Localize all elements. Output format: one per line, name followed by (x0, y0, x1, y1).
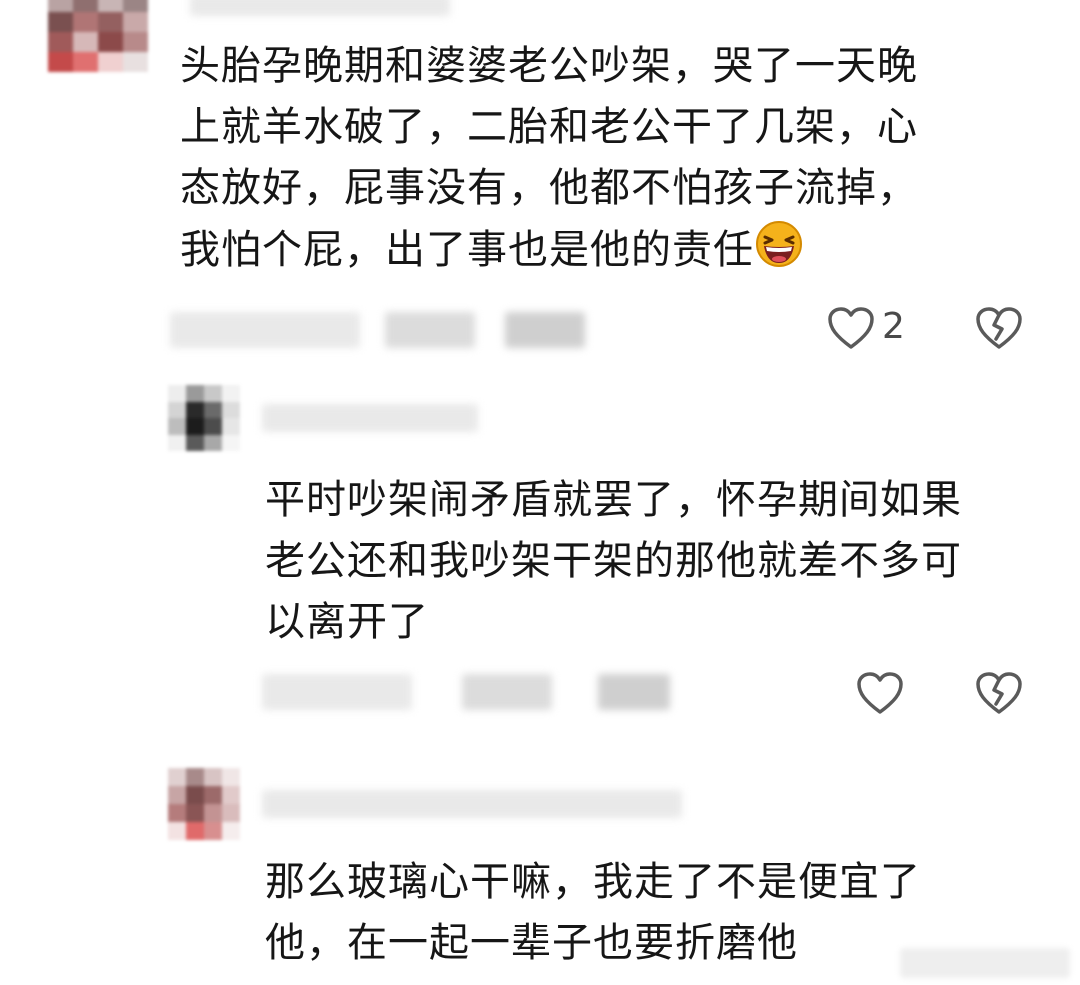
broken-heart-icon (976, 307, 1022, 349)
username-blurred[interactable] (262, 404, 478, 432)
reply-link-blurred[interactable] (598, 674, 670, 710)
comment-meta-blurred (462, 674, 552, 710)
comment-meta-blurred (262, 674, 412, 710)
heart-outline-icon (828, 307, 874, 349)
like-count: 2 (882, 306, 905, 347)
comment-meta-blurred (385, 312, 475, 348)
username-blurred[interactable] (262, 790, 682, 818)
dislike-button[interactable] (974, 305, 1024, 351)
dislike-button[interactable] (974, 670, 1024, 716)
like-button[interactable] (826, 305, 876, 351)
watermark-blurred (900, 948, 1070, 978)
reply-link-blurred[interactable] (505, 312, 585, 348)
laughing-emoji-icon (754, 219, 804, 269)
comment-meta-blurred (170, 312, 360, 348)
username-blurred[interactable] (190, 0, 450, 16)
broken-heart-icon (976, 672, 1022, 714)
avatar[interactable] (168, 385, 240, 451)
like-button[interactable] (855, 670, 905, 716)
avatar[interactable] (48, 0, 148, 72)
comment-text: 头胎孕晚期和婆婆老公吵架，哭了一天晚 上就羊水破了，二胎和老公干了几架，心 态放… (180, 43, 918, 273)
avatar[interactable] (168, 768, 240, 840)
comment-text: 平时吵架闹矛盾就罢了，怀孕期间如果 老公还和我吵架干架的那他就差不多可 以离开了 (265, 477, 962, 645)
heart-outline-icon (857, 672, 903, 714)
